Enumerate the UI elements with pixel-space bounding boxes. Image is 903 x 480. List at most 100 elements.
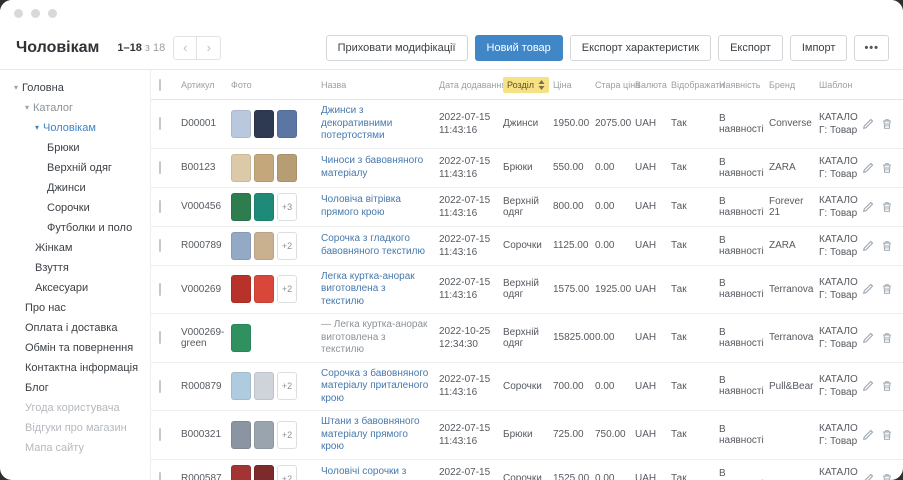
sidebar-item-чоловікам[interactable]: ▾Чоловікам: [0, 118, 150, 138]
edit-icon[interactable]: [862, 162, 874, 174]
product-photo-thumbnail[interactable]: [254, 232, 274, 260]
sidebar-item-контактна-інформація[interactable]: Контактна інформація: [0, 358, 150, 378]
export-characteristics-button[interactable]: Експорт характеристик: [570, 35, 711, 61]
product-photo-thumbnail[interactable]: [254, 372, 274, 400]
delete-icon[interactable]: [881, 332, 893, 344]
sidebar-item-оплата-і-доставка[interactable]: Оплата і доставка: [0, 318, 150, 338]
window-control-maximize-icon[interactable]: [48, 9, 57, 18]
product-photo-thumbnail[interactable]: [254, 110, 274, 138]
product-name-link[interactable]: Легка куртка-анорак виготовлена з тексти…: [321, 271, 415, 307]
product-photo-thumbnail[interactable]: [231, 110, 251, 138]
sidebar-item-футболки-и-поло[interactable]: Футболки и поло: [0, 218, 150, 238]
sidebar-item-мапа-сайту[interactable]: Мапа сайту: [0, 438, 150, 458]
more-actions-button[interactable]: •••: [854, 35, 889, 61]
product-display-flag[interactable]: Так: [667, 235, 715, 256]
product-name-link[interactable]: Сорочка з бавовняного матеріалу притален…: [321, 368, 428, 404]
window-control-minimize-icon[interactable]: [31, 9, 40, 18]
delete-icon[interactable]: [881, 201, 893, 213]
sidebar-item-джинси[interactable]: Джинси: [0, 178, 150, 198]
hide-modifications-button[interactable]: Приховати модифікації: [326, 35, 468, 61]
product-name-link[interactable]: Джинси з декоративними потертостями: [321, 105, 392, 141]
product-display-flag[interactable]: Так: [667, 468, 715, 480]
import-button[interactable]: Імпорт: [790, 35, 848, 61]
more-photos-badge[interactable]: +2: [277, 465, 297, 480]
product-name-link[interactable]: Чиноси з бавовняного матеріалу: [321, 155, 423, 179]
export-button[interactable]: Експорт: [718, 35, 783, 61]
product-display-flag[interactable]: Так: [667, 279, 715, 300]
product-photo-thumbnail[interactable]: [231, 275, 251, 303]
delete-icon[interactable]: [881, 380, 893, 392]
product-photo-thumbnail[interactable]: [254, 421, 274, 449]
more-photos-badge[interactable]: +2: [277, 275, 297, 303]
window-control-close-icon[interactable]: [14, 9, 23, 18]
product-photo-thumbnail[interactable]: [277, 110, 297, 138]
product-photo-thumbnail[interactable]: [231, 465, 251, 480]
product-photo-thumbnail[interactable]: [231, 324, 251, 352]
sidebar-item-відгуки-про-магазин[interactable]: Відгуки про магазин: [0, 418, 150, 438]
product-name-link[interactable]: Чоловіча вітрівка прямого крою: [321, 194, 401, 218]
sidebar-item-угода-користувача[interactable]: Угода користувача: [0, 398, 150, 418]
row-checkbox[interactable]: [159, 380, 161, 393]
product-photo-thumbnail[interactable]: [231, 421, 251, 449]
product-display-flag[interactable]: Так: [667, 327, 715, 348]
edit-icon[interactable]: [862, 380, 874, 392]
sidebar-item-каталог[interactable]: ▾Каталог: [0, 98, 150, 118]
delete-icon[interactable]: [881, 240, 893, 252]
row-checkbox[interactable]: [159, 161, 161, 174]
section-sort-header[interactable]: Розділ: [503, 77, 549, 93]
delete-icon[interactable]: [881, 162, 893, 174]
sidebar-item-про-нас[interactable]: Про нас: [0, 298, 150, 318]
product-display-flag[interactable]: Так: [667, 196, 715, 217]
more-photos-badge[interactable]: +2: [277, 232, 297, 260]
product-photo-thumbnail[interactable]: [254, 154, 274, 182]
product-name-link[interactable]: Чоловічі сорочки з легкого текстилю: [321, 466, 406, 480]
edit-icon[interactable]: [862, 473, 874, 480]
row-checkbox[interactable]: [159, 283, 161, 296]
product-name-link[interactable]: Штани з бавовняного матеріалу прямого кр…: [321, 416, 420, 452]
edit-icon[interactable]: [862, 429, 874, 441]
sidebar-item-взуття[interactable]: Взуття: [0, 258, 150, 278]
product-photo-thumbnail[interactable]: [254, 465, 274, 480]
sidebar-item-жінкам[interactable]: Жінкам: [0, 238, 150, 258]
row-checkbox[interactable]: [159, 428, 161, 441]
product-display-flag[interactable]: Так: [667, 424, 715, 445]
sidebar-item-головна[interactable]: ▾Головна: [0, 78, 150, 98]
row-checkbox[interactable]: [159, 200, 161, 213]
sidebar-item-обмін-та-повернення[interactable]: Обмін та повернення: [0, 338, 150, 358]
delete-icon[interactable]: [881, 118, 893, 130]
sidebar-item-брюки[interactable]: Брюки: [0, 138, 150, 158]
product-photo-thumbnail[interactable]: [231, 372, 251, 400]
row-checkbox[interactable]: [159, 239, 161, 252]
row-checkbox[interactable]: [159, 331, 161, 344]
pagination-prev-button[interactable]: ‹: [173, 36, 197, 60]
product-display-flag[interactable]: Так: [667, 113, 715, 134]
row-checkbox[interactable]: [159, 472, 161, 480]
more-photos-badge[interactable]: +2: [277, 372, 297, 400]
product-photo-thumbnail[interactable]: [254, 275, 274, 303]
product-display-flag[interactable]: Так: [667, 376, 715, 397]
delete-icon[interactable]: [881, 283, 893, 295]
product-name-link[interactable]: — Легка куртка-анорак виготовлена з текс…: [321, 319, 427, 355]
select-all-checkbox[interactable]: [159, 79, 161, 91]
pagination-next-button[interactable]: ›: [197, 36, 221, 60]
more-photos-badge[interactable]: +3: [277, 193, 297, 221]
product-display-flag[interactable]: Так: [667, 157, 715, 178]
delete-icon[interactable]: [881, 429, 893, 441]
delete-icon[interactable]: [881, 473, 893, 480]
sidebar-item-сорочки[interactable]: Сорочки: [0, 198, 150, 218]
product-photo-thumbnail[interactable]: [231, 232, 251, 260]
row-checkbox[interactable]: [159, 117, 161, 130]
sidebar-item-блог[interactable]: Блог: [0, 378, 150, 398]
edit-icon[interactable]: [862, 332, 874, 344]
edit-icon[interactable]: [862, 283, 874, 295]
sidebar-item-аксесуари[interactable]: Аксесуари: [0, 278, 150, 298]
edit-icon[interactable]: [862, 201, 874, 213]
product-name-link[interactable]: Сорочка з гладкого бавовняного текстилю: [321, 233, 425, 257]
new-product-button[interactable]: Новий товар: [475, 35, 563, 61]
product-photo-thumbnail[interactable]: [231, 193, 251, 221]
edit-icon[interactable]: [862, 240, 874, 252]
product-photo-thumbnail[interactable]: [231, 154, 251, 182]
sidebar-item-верхній-одяг[interactable]: Верхній одяг: [0, 158, 150, 178]
edit-icon[interactable]: [862, 118, 874, 130]
more-photos-badge[interactable]: +2: [277, 421, 297, 449]
